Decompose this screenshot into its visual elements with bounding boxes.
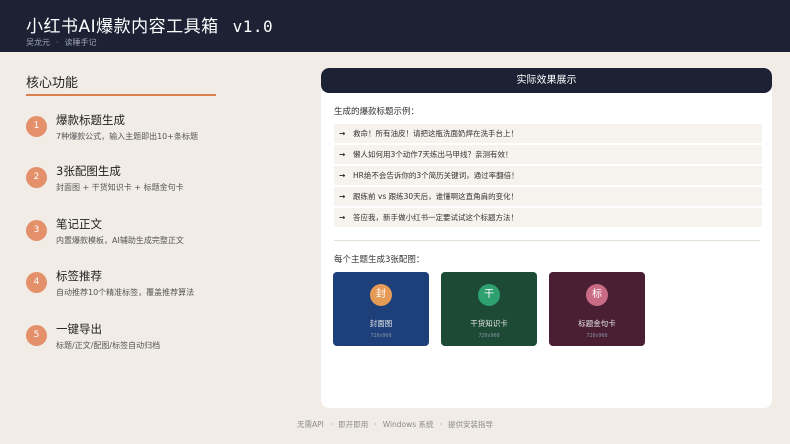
image-card-cover: 封 封面图 720x960: [333, 272, 429, 346]
author-line: 吴龙元 · 读睡手记: [26, 37, 97, 48]
feature-item: 4 标签推荐 自动推荐10个精准标签，覆盖推荐算法: [26, 268, 286, 308]
features-heading-underline: [26, 94, 216, 96]
footer-features: 无需API · 即开即用 · Windows 系统 · 提供安装指导: [0, 419, 790, 430]
example-title-row: → 懒人如何用3个动作7天练出马甲线？亲测有效！: [334, 145, 762, 164]
quote-icon: 标: [586, 284, 608, 306]
features-heading: 核心功能: [26, 76, 79, 91]
demo-panel: 实际效果展示 生成的爆款标题示例： → 救命！所有油皮！请把这瓶洗面奶焊在洗手台上…: [321, 68, 772, 408]
example-title-text: 跟练前 vs 跟练30天后，谁懂啊这直角肩的变化！: [353, 192, 519, 201]
feature-title: 一键导出: [56, 322, 102, 336]
example-title-text: 救命！所有油皮！请把这瓶洗面奶焊在洗手台上！: [353, 129, 518, 138]
feature-item: 3 笔记正文 内置爆款模板，AI辅助生成完整正文: [26, 216, 286, 256]
cards-label: 每个主题生成3张配图：: [334, 255, 425, 265]
image-card-knowledge: 干 干货知识卡 720x960: [441, 272, 537, 346]
separator-dot: ·: [374, 420, 377, 429]
feature-description: 标题/正文/配图/标签自动归档: [56, 341, 161, 350]
arrow-right-icon: →: [339, 150, 346, 159]
card-label: 封面图: [369, 319, 393, 328]
feature-number-badge: 3: [26, 220, 47, 241]
separator-dot: ·: [329, 420, 333, 429]
feature-number-badge: 5: [26, 325, 47, 346]
arrow-right-icon: →: [339, 213, 346, 222]
separator-dot: ·: [439, 420, 442, 429]
card-label: 标题金句卡: [578, 319, 616, 328]
feature-number-badge: 4: [26, 272, 47, 293]
example-title-text: HR绝不会告诉你的3个简历关键词，通过率翻倍！: [353, 171, 519, 180]
feature-title: 3张配图生成: [56, 164, 121, 178]
feature-title: 笔记正文: [56, 217, 102, 231]
knowledge-icon: 干: [478, 284, 500, 306]
app-title: 小红书AI爆款内容工具箱 v1.0: [26, 17, 274, 37]
footer-item: Windows 系统: [382, 420, 434, 429]
version-label: v1.0: [232, 17, 274, 36]
demo-panel-title: 实际效果展示: [321, 68, 772, 93]
feature-description: 内置爆款模板，AI辅助生成完整正文: [56, 236, 184, 245]
feature-title: 标签推荐: [56, 269, 102, 283]
feature-title: 爆款标题生成: [56, 113, 125, 127]
footer-item: 无需API: [297, 420, 324, 429]
author-name: 吴龙元: [26, 38, 50, 47]
example-title-text: 答应我，新手做小红书一定要试试这个标题方法！: [353, 213, 518, 222]
cover-icon: 封: [370, 284, 392, 306]
feature-number-badge: 1: [26, 116, 47, 137]
examples-label: 生成的爆款标题示例：: [334, 107, 420, 117]
separator-dot: ·: [56, 38, 59, 47]
arrow-right-icon: →: [339, 171, 346, 180]
brand-name: 读睡手记: [64, 38, 97, 47]
card-label: 干货知识卡: [470, 319, 508, 328]
card-size: 720x960: [478, 333, 500, 339]
footer-item: 提供安装指导: [447, 420, 493, 429]
example-title-row: → 救命！所有油皮！请把这瓶洗面奶焊在洗手台上！: [334, 124, 762, 143]
image-card-quote: 标 标题金句卡 720x960: [549, 272, 645, 346]
example-title-text: 懒人如何用3个动作7天练出马甲线？亲测有效！: [353, 150, 513, 159]
arrow-right-icon: →: [339, 129, 346, 138]
section-divider: [334, 240, 760, 241]
feature-description: 自动推荐10个精准标签，覆盖推荐算法: [56, 288, 195, 297]
feature-description: 封面图 + 干货知识卡 + 标题金句卡: [56, 183, 184, 192]
card-size: 720x960: [586, 333, 608, 339]
example-title-row: → 跟练前 vs 跟练30天后，谁懂啊这直角肩的变化！: [334, 187, 762, 206]
app-header: 小红书AI爆款内容工具箱 v1.0 吴龙元 · 读睡手记: [0, 0, 790, 52]
card-size: 720x960: [370, 333, 392, 339]
arrow-right-icon: →: [339, 192, 346, 201]
feature-item: 1 爆款标题生成 7种爆款公式，输入主题即出10+条标题: [26, 112, 286, 152]
feature-description: 7种爆款公式，输入主题即出10+条标题: [56, 132, 198, 141]
footer-item: 即开即用: [338, 420, 369, 429]
feature-item: 2 3张配图生成 封面图 + 干货知识卡 + 标题金句卡: [26, 163, 286, 203]
example-title-row: → HR绝不会告诉你的3个简历关键词，通过率翻倍！: [334, 166, 762, 185]
feature-item: 5 一键导出 标题/正文/配图/标签自动归档: [26, 321, 286, 361]
feature-number-badge: 2: [26, 167, 47, 188]
example-title-row: → 答应我，新手做小红书一定要试试这个标题方法！: [334, 208, 762, 227]
